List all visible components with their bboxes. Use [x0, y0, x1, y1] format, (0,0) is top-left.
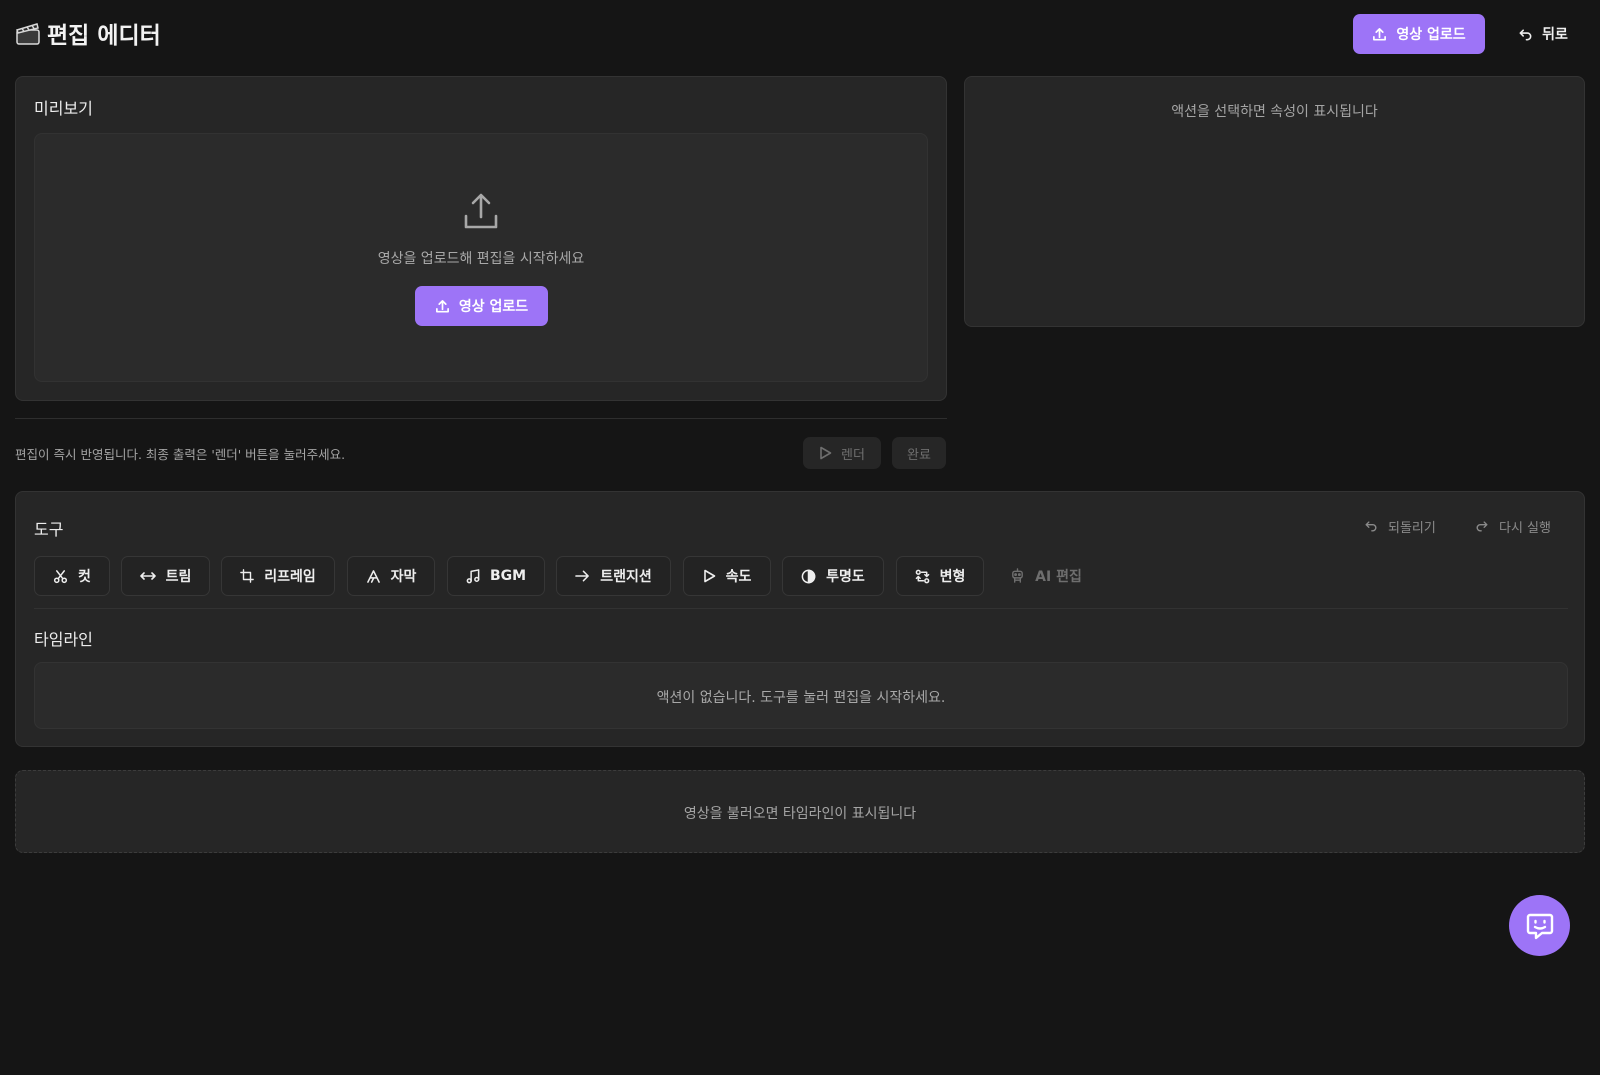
- tool-ai-edit-button[interactable]: AI 편집: [996, 556, 1096, 596]
- tool-label: 트랜지션: [600, 569, 652, 585]
- tool-speed-button[interactable]: 속도: [683, 556, 771, 596]
- tool-label: 리프레임: [264, 569, 316, 585]
- robot-icon: [1012, 568, 1024, 583]
- tool-opacity-button[interactable]: 투명도: [782, 556, 884, 596]
- redo-icon: [1476, 521, 1488, 532]
- page-title: 편집 에디터: [15, 16, 161, 50]
- chat-bot-icon: [1526, 913, 1553, 939]
- back-arrow-icon: [1519, 28, 1532, 40]
- tool-label: BGM: [489, 568, 527, 584]
- preview-title: 미리보기: [34, 99, 93, 118]
- timeline-placeholder-text: 영상을 불러오면 타임라인이 표시됩니다: [683, 806, 917, 822]
- undo-button[interactable]: 되돌리기: [1364, 514, 1436, 538]
- transform-icon: [915, 569, 929, 583]
- render-label: 렌더: [841, 447, 865, 463]
- upload-video-button[interactable]: 영상 업로드: [1353, 14, 1485, 54]
- back-button[interactable]: 뒤로: [1507, 14, 1579, 54]
- upload-icon: [435, 299, 449, 312]
- tool-trim-button[interactable]: 트림: [121, 556, 210, 596]
- render-button[interactable]: 렌더: [803, 437, 881, 469]
- properties-panel: 액션을 선택하면 속성이 표시됩니다: [964, 76, 1585, 327]
- half-circle-icon: [801, 569, 816, 583]
- tool-label: AI 편집: [1035, 569, 1082, 585]
- divider: [15, 418, 947, 419]
- play-icon: [703, 569, 715, 583]
- page-title-text: 편집 에디터: [47, 23, 161, 49]
- upload-icon: [464, 193, 498, 229]
- upload-icon: [1373, 27, 1387, 40]
- tool-reframe-button[interactable]: 리프레임: [221, 556, 335, 596]
- chat-button[interactable]: [1509, 895, 1570, 956]
- upload-video-label: 영상 업로드: [458, 299, 529, 315]
- tool-label: 속도: [725, 569, 752, 585]
- timeline-actions-list: 액션이 없습니다. 도구를 눌러 편집을 시작하세요.: [34, 662, 1568, 729]
- tool-label: 자막: [390, 569, 417, 585]
- drop-area-text: 영상을 업로드해 편집을 시작하세요: [377, 251, 585, 267]
- tools-title: 도구: [34, 520, 64, 539]
- tool-transition-button[interactable]: 트랜지션: [556, 556, 671, 596]
- properties-empty-text: 액션을 선택하면 속성이 표시됩니다: [1171, 104, 1378, 120]
- done-label: 완료: [907, 447, 931, 463]
- tool-label: 트림: [165, 569, 192, 585]
- upload-video-label: 영상 업로드: [1396, 27, 1466, 43]
- music-note-icon: [466, 568, 480, 583]
- play-icon: [820, 446, 832, 460]
- arrows-horizontal-icon: [139, 572, 156, 580]
- header: 편집 에디터 영상 업로드 뒤로: [15, 14, 1585, 54]
- divider: [34, 608, 1568, 609]
- upload-video-button-center[interactable]: 영상 업로드: [415, 286, 548, 326]
- tool-label: 투명도: [826, 569, 865, 585]
- tools-panel: 도구 되돌리기 다시 실행 컷 트림 리프레임 자막 BGM 트랜지션 속도 투…: [15, 491, 1585, 747]
- tool-subtitle-button[interactable]: 자막: [347, 556, 435, 596]
- tool-label: 변형: [939, 569, 966, 585]
- redo-label: 다시 실행: [1499, 520, 1551, 536]
- undo-icon: [1365, 521, 1377, 532]
- scissors-icon: [53, 569, 68, 583]
- tool-transform-button[interactable]: 변형: [896, 556, 984, 596]
- timeline-placeholder: 영상을 불러오면 타임라인이 표시됩니다: [15, 770, 1585, 853]
- preview-panel: 미리보기 영상을 업로드해 편집을 시작하세요 영상 업로드: [15, 76, 947, 401]
- render-hint: 편집이 즉시 반영됩니다. 최종 출력은 '렌더' 버튼을 눌러주세요.: [15, 447, 346, 462]
- tool-label: 컷: [78, 569, 91, 585]
- tool-cut-button[interactable]: 컷: [34, 556, 110, 596]
- clapperboard-icon: [16, 23, 40, 45]
- text-icon: [366, 569, 380, 583]
- undo-label: 되돌리기: [1388, 520, 1436, 536]
- arrow-right-icon: [575, 570, 590, 582]
- redo-button[interactable]: 다시 실행: [1475, 514, 1551, 538]
- done-button[interactable]: 완료: [892, 437, 946, 469]
- timeline-title: 타임라인: [34, 630, 93, 649]
- upload-drop-area[interactable]: 영상을 업로드해 편집을 시작하세요 영상 업로드: [34, 133, 928, 382]
- back-label: 뒤로: [1542, 27, 1568, 43]
- crop-icon: [240, 569, 255, 583]
- tool-bgm-button[interactable]: BGM: [447, 556, 545, 596]
- timeline-empty-text: 액션이 없습니다. 도구를 눌러 편집을 시작하세요.: [656, 690, 946, 706]
